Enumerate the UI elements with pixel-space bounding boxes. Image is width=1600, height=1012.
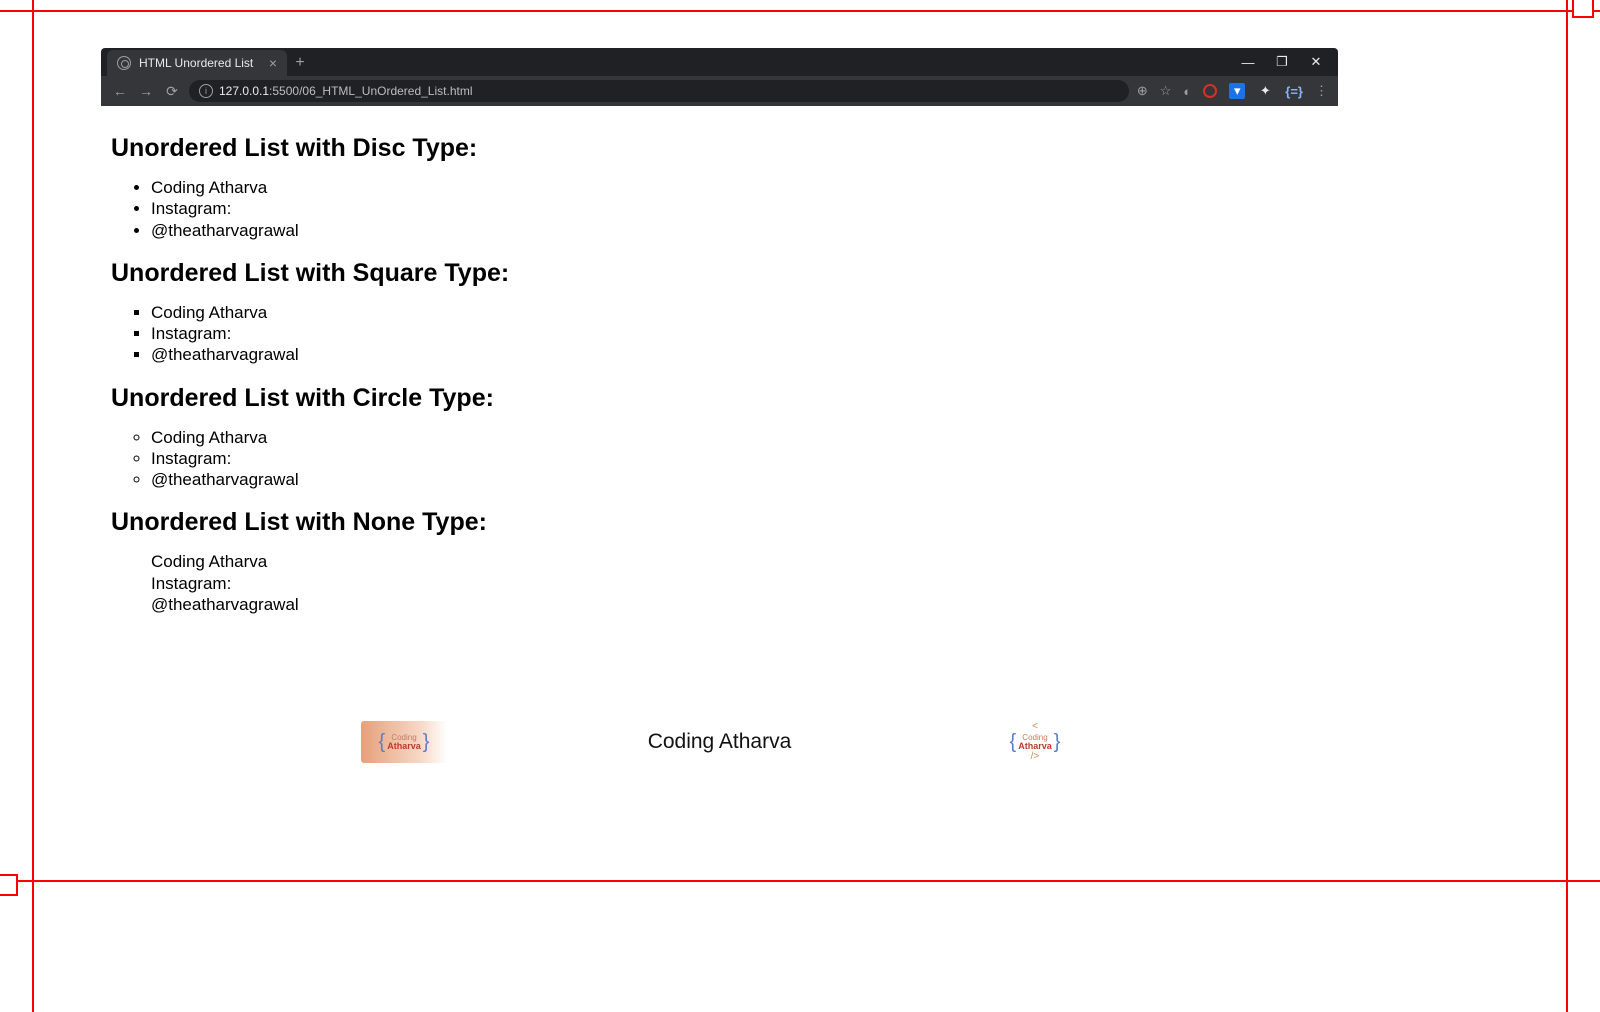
brace-icon: }: [1052, 732, 1063, 752]
list-item: @theatharvagrawal: [151, 469, 1328, 490]
list-item: Instagram:: [151, 198, 1328, 219]
new-tab-button[interactable]: +: [287, 50, 313, 76]
kebab-menu-icon[interactable]: ⋮: [1315, 83, 1328, 99]
brace-icon: {: [377, 731, 388, 754]
list-item: Coding Atharva: [151, 177, 1328, 198]
list-item: @theatharvagrawal: [151, 594, 1328, 615]
bookmark-star-icon[interactable]: ☆: [1160, 83, 1172, 99]
brand-center: Coding Atharva: [648, 730, 792, 754]
globe-icon: [117, 56, 131, 70]
browser-toolbar: ← → ⟳ i 127.0.0.1:5500/06_HTML_UnOrdered…: [101, 76, 1338, 106]
tab-bar: HTML Unordered List × + — ❐ ✕: [101, 48, 1338, 76]
footer-band: { Coding Atharva } Coding Atharva < { Co…: [101, 712, 1338, 772]
logo-line2: Atharva: [387, 742, 421, 751]
list-item: Instagram:: [151, 323, 1328, 344]
list-item: Coding Atharva: [151, 427, 1328, 448]
close-window-icon[interactable]: ✕: [1308, 54, 1324, 70]
list-item: Coding Atharva: [151, 551, 1328, 572]
list-circle: Coding Atharva Instagram: @theatharvagra…: [111, 427, 1328, 491]
brace-icon: }: [421, 731, 432, 754]
browser-tab[interactable]: HTML Unordered List ×: [107, 50, 287, 76]
heading-circle: Unordered List with Circle Type:: [111, 384, 1328, 413]
heading-square: Unordered List with Square Type:: [111, 259, 1328, 288]
list-item: @theatharvagrawal: [151, 344, 1328, 365]
extension-icon-1[interactable]: ◐: [1183, 84, 1191, 99]
extension-icon-4[interactable]: {=}: [1285, 84, 1303, 99]
list-item: Instagram:: [151, 448, 1328, 469]
list-none: Coding Atharva Instagram: @theatharvagra…: [111, 551, 1328, 615]
browser-window: HTML Unordered List × + — ❐ ✕ ← → ⟳ i 12…: [101, 48, 1338, 808]
list-item: Coding Atharva: [151, 302, 1328, 323]
extension-icon-2[interactable]: [1203, 84, 1217, 98]
list-item: @theatharvagrawal: [151, 220, 1328, 241]
close-icon[interactable]: ×: [269, 56, 277, 70]
tab-title: HTML Unordered List: [139, 56, 253, 70]
extension-icon-3[interactable]: ▾: [1229, 83, 1245, 99]
logo-left: { Coding Atharva }: [361, 721, 447, 763]
maximize-icon[interactable]: ❐: [1274, 54, 1290, 70]
list-disc: Coding Atharva Instagram: @theatharvagra…: [111, 177, 1328, 241]
heading-disc: Unordered List with Disc Type:: [111, 134, 1328, 163]
window-controls: — ❐ ✕: [1226, 48, 1338, 76]
zoom-icon[interactable]: ⊕: [1137, 83, 1148, 99]
list-item: Instagram:: [151, 573, 1328, 594]
logo-line2: Atharva: [1018, 742, 1052, 751]
list-square: Coding Atharva Instagram: @theatharvagra…: [111, 302, 1328, 366]
page-frame: HTML Unordered List × + — ❐ ✕ ← → ⟳ i 12…: [32, 10, 1568, 882]
forward-icon[interactable]: →: [137, 83, 155, 99]
page-viewport: Unordered List with Disc Type: Coding At…: [101, 106, 1338, 808]
url-text: 127.0.0.1:5500/06_HTML_UnOrdered_List.ht…: [219, 84, 472, 98]
site-info-icon[interactable]: i: [199, 84, 213, 98]
toolbar-right: ⊕ ☆ ◐ ▾ {=} ⋮: [1137, 83, 1328, 99]
reload-icon[interactable]: ⟳: [163, 83, 181, 100]
back-icon[interactable]: ←: [111, 83, 129, 99]
extensions-icon[interactable]: [1257, 83, 1273, 99]
brace-icon: {: [1008, 732, 1019, 752]
minimize-icon[interactable]: —: [1240, 55, 1256, 70]
angle-open-icon: <: [1032, 722, 1038, 732]
angle-close-icon: />: [1031, 752, 1040, 762]
logo-right: < { Coding Atharva } />: [992, 721, 1078, 763]
heading-none: Unordered List with None Type:: [111, 508, 1328, 537]
address-bar[interactable]: i 127.0.0.1:5500/06_HTML_UnOrdered_List.…: [189, 80, 1129, 102]
